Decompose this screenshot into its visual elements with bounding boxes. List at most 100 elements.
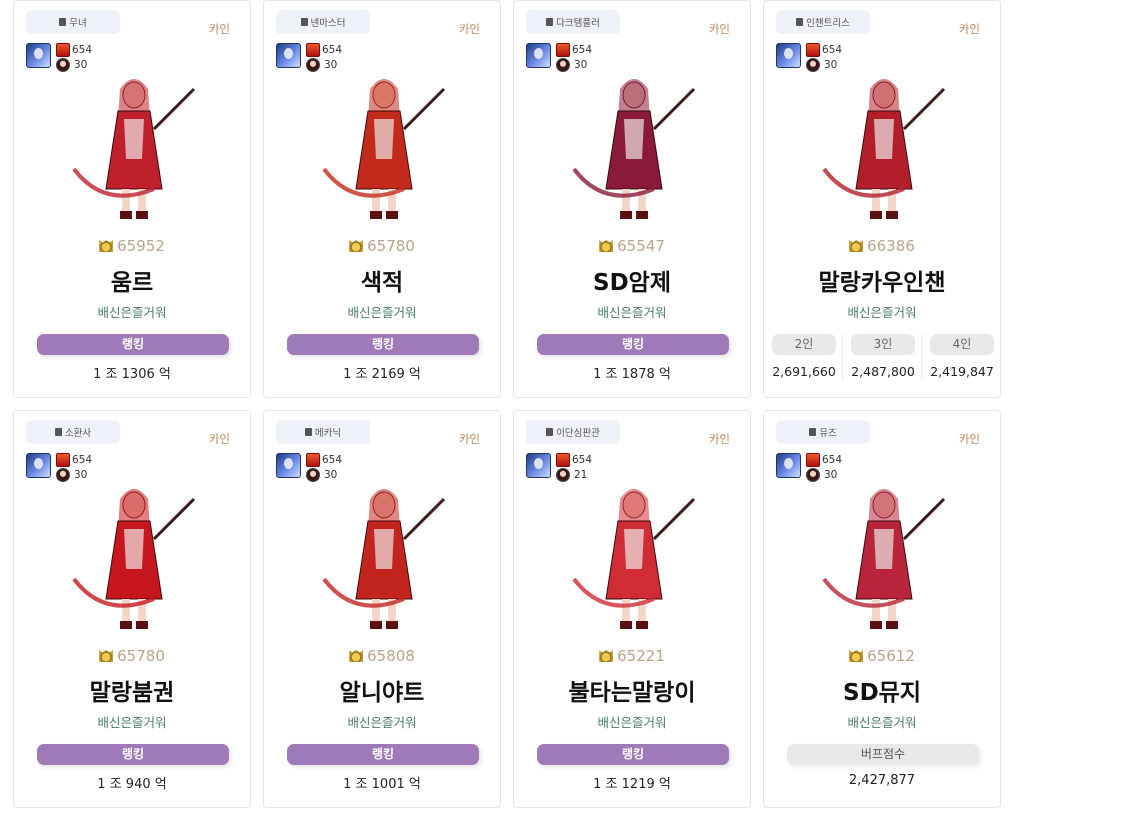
server-label: 카인 <box>958 22 980 36</box>
medal-icon <box>349 240 364 252</box>
ranking-value: 1 조 1306 억 <box>93 367 171 382</box>
character-art <box>822 489 946 629</box>
job-badge: 무녀 <box>26 10 120 34</box>
job-label: 뮤즈 <box>819 428 837 439</box>
ranking-value: 1 조 940 억 <box>97 777 167 792</box>
job-badge: 뮤즈 <box>776 420 870 444</box>
party-size-tab[interactable]: 4인 <box>930 334 994 355</box>
job-badge: 소환사 <box>26 420 120 444</box>
fame-value: 654 <box>572 454 593 466</box>
ranking-button[interactable]: 랭킹 <box>537 334 729 355</box>
character-card[interactable]: 인챈트리스 카인 654 30 66386 말랑카우인챈 배신은즐거워 2인 2,691,660… <box>763 0 1001 398</box>
power-value: 66386 <box>867 237 915 255</box>
character-art <box>322 79 446 219</box>
medal-icon <box>599 240 614 252</box>
character-card[interactable]: 소환사 카인 654 30 65780 말랑붐권 배신은즐거워 랭킹 1 조 940 억 <box>13 410 251 808</box>
power-score: 65221 <box>514 647 750 665</box>
character-name[interactable]: 움르 <box>14 263 250 297</box>
fame-icon <box>306 43 320 57</box>
character-name[interactable]: 색적 <box>264 263 500 297</box>
character-name[interactable]: 불타는말랑이 <box>514 673 750 707</box>
ranking-value: 1 조 1001 억 <box>343 777 421 792</box>
party-scores: 2인 2,691,660 3인 2,487,800 4인 2,419,847 <box>772 334 994 384</box>
fame-icon <box>56 453 70 467</box>
job-badge: 이단심판관 <box>526 420 620 444</box>
server-label: 카인 <box>208 432 230 446</box>
character-card[interactable]: 메카닉 카인 654 30 65808 알니야트 배신은즐거워 랭킹 1 조 1001 억 <box>263 410 501 808</box>
character-avatar-icon <box>26 43 51 68</box>
power-value: 65952 <box>117 237 165 255</box>
medal-icon <box>99 650 114 662</box>
ranking-value: 1 조 2169 억 <box>343 367 421 382</box>
job-label: 무녀 <box>69 18 87 29</box>
character-art-frame <box>54 59 214 229</box>
fame-value: 654 <box>322 44 343 56</box>
power-score: 66386 <box>764 237 1000 255</box>
character-art <box>322 489 446 629</box>
fame-value: 654 <box>72 44 93 56</box>
ranking-button[interactable]: 랭킹 <box>287 744 479 765</box>
power-value: 65221 <box>617 647 665 665</box>
power-value: 65808 <box>367 647 415 665</box>
buff-score-value: 2,427,877 <box>848 773 916 788</box>
job-icon <box>809 428 817 436</box>
fame-icon <box>556 453 570 467</box>
character-name[interactable]: SD뮤지 <box>764 673 1000 707</box>
character-card[interactable]: 다크템플러 카인 654 30 65547 SD암제 배신은즐거워 랭킹 1 조 1878 억 <box>513 0 751 398</box>
character-card[interactable]: 넨마스터 카인 654 30 65780 색적 배신은즐거워 랭킹 1 조 2169 억 <box>263 0 501 398</box>
job-label: 다크템플러 <box>556 18 600 29</box>
ranking-button[interactable]: 랭킹 <box>37 744 229 765</box>
character-art-frame <box>554 469 714 639</box>
ranking-button[interactable]: 랭킹 <box>37 334 229 355</box>
party-score-col: 2인 2,691,660 <box>772 334 843 380</box>
character-avatar-icon <box>276 453 301 478</box>
character-card[interactable]: 무녀 카인 654 30 65952 움르 배신은즐거워 랭킹 1 조 1306 억 <box>13 0 251 398</box>
character-card[interactable]: 이단심판관 카인 654 21 65221 불타는말랑이 배신은즐거워 랭킹 1 조 1219 … <box>513 410 751 808</box>
character-art-frame <box>54 469 214 639</box>
party-score-col: 3인 2,487,800 <box>851 334 922 380</box>
power-value: 65780 <box>367 237 415 255</box>
power-value: 65547 <box>617 237 665 255</box>
power-score: 65612 <box>764 647 1000 665</box>
guild-name: 배신은즐거워 <box>347 305 417 320</box>
character-art <box>822 79 946 219</box>
character-name[interactable]: 알니야트 <box>264 673 500 707</box>
job-badge: 인챈트리스 <box>776 10 870 34</box>
character-avatar-icon <box>276 43 301 68</box>
party-size-tab[interactable]: 2인 <box>772 334 836 355</box>
character-name[interactable]: SD암제 <box>514 263 750 297</box>
power-score: 65808 <box>264 647 500 665</box>
job-icon <box>546 428 554 436</box>
job-badge: 다크템플러 <box>526 10 620 34</box>
character-name[interactable]: 말랑붐권 <box>14 673 250 707</box>
character-art <box>572 79 696 219</box>
job-icon <box>54 428 62 436</box>
character-name[interactable]: 말랑카우인챈 <box>764 263 1000 297</box>
power-score: 65780 <box>264 237 500 255</box>
character-art-frame <box>304 469 464 639</box>
server-label: 카인 <box>708 432 730 446</box>
guild-name: 배신은즐거워 <box>597 715 667 730</box>
job-label: 메카닉 <box>314 428 342 439</box>
character-card[interactable]: 뮤즈 카인 654 30 65612 SD뮤지 배신은즐거워 버프점수 2,427,877 <box>763 410 1001 808</box>
medal-icon <box>849 240 864 252</box>
ranking-button[interactable]: 랭킹 <box>287 334 479 355</box>
party-score-col: 4인 2,419,847 <box>930 334 994 379</box>
ranking-button[interactable]: 랭킹 <box>537 744 729 765</box>
server-label: 카인 <box>708 22 730 36</box>
power-score: 65952 <box>14 237 250 255</box>
fame-icon <box>306 453 320 467</box>
job-icon <box>546 18 554 26</box>
buff-score-button[interactable]: 버프점수 <box>787 744 979 765</box>
fame-icon <box>56 43 70 57</box>
job-icon <box>796 18 804 26</box>
ranking-value: 1 조 1219 억 <box>593 777 671 792</box>
fame-value: 654 <box>322 454 343 466</box>
job-label: 넨마스터 <box>310 18 346 29</box>
job-icon <box>59 18 67 26</box>
job-badge: 넨마스터 <box>276 10 370 34</box>
medal-icon <box>349 650 364 662</box>
medal-icon <box>99 240 114 252</box>
party-size-tab[interactable]: 3인 <box>851 334 915 355</box>
power-score: 65780 <box>14 647 250 665</box>
